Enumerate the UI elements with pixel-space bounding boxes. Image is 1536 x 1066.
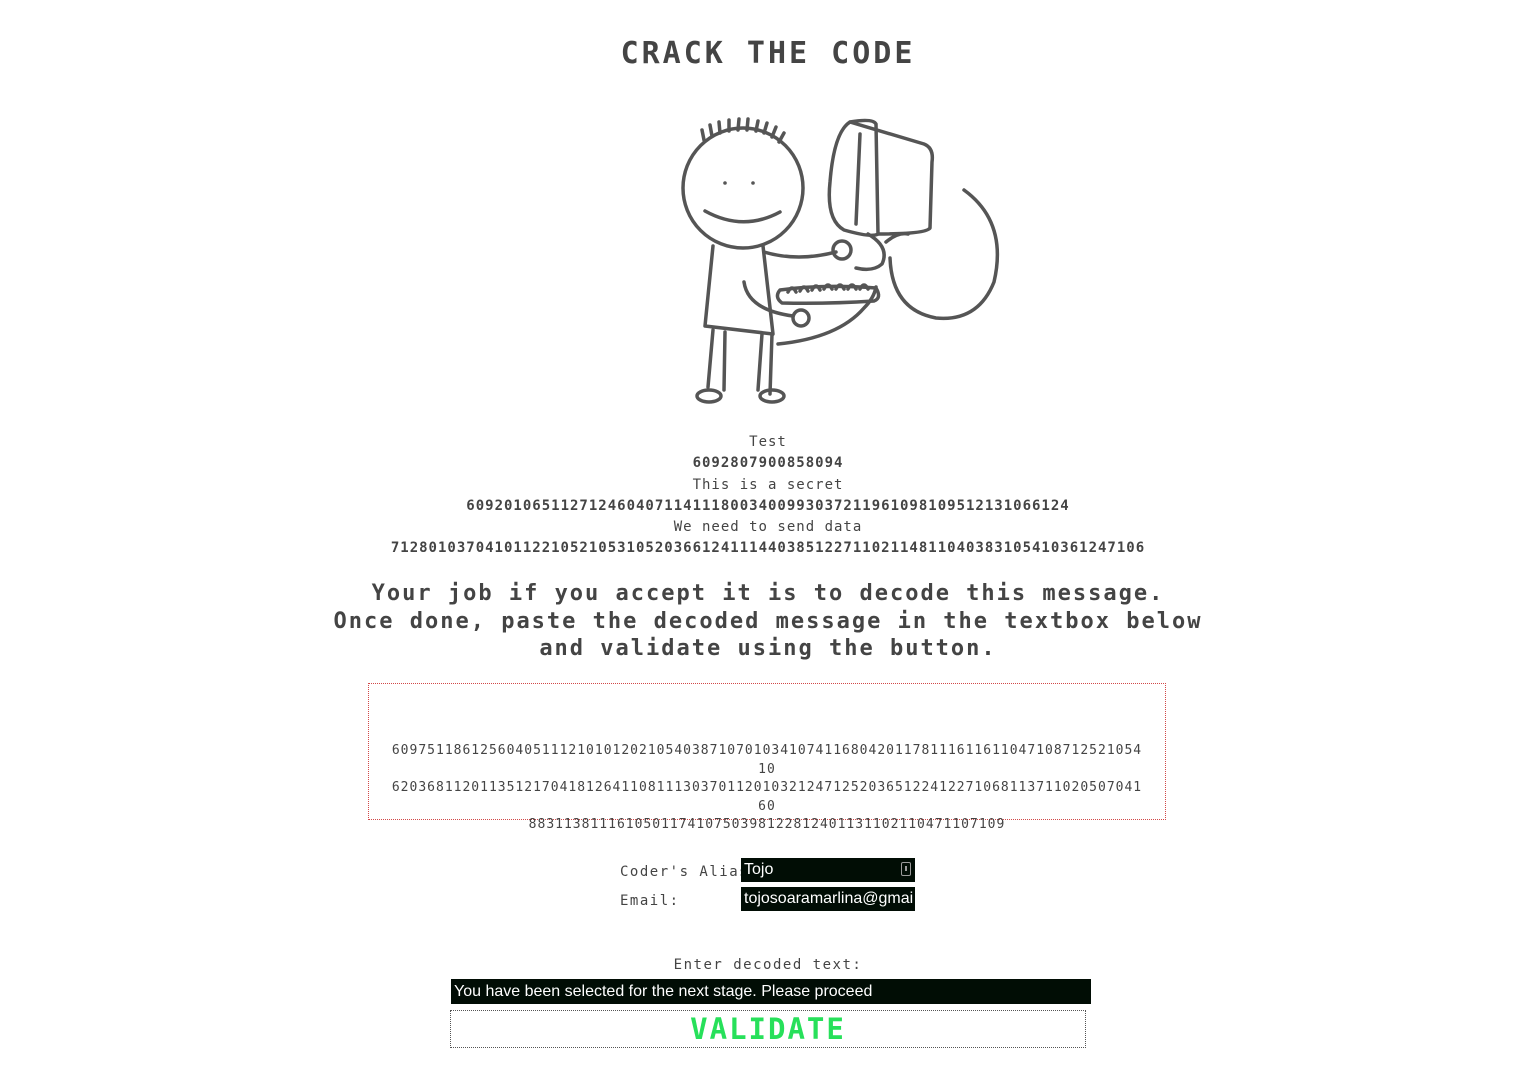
encoded-message-line: 6097511861256040511121010120210540387107…: [391, 743, 1143, 777]
validate-button[interactable]: VALIDATE: [450, 1010, 1086, 1048]
example-code: 7128010370410112210521053105203661241114…: [390, 540, 1146, 557]
coder-illustration: [681, 117, 1000, 404]
instruction-line: and validate using the button.: [539, 636, 997, 661]
page-title: CRACK THE CODE: [620, 36, 916, 71]
encoded-message-line: 6203681120113512170418126411081113037011…: [391, 780, 1143, 814]
example-code: 6092807900858094: [692, 455, 844, 472]
example-plain-text: Test: [749, 434, 787, 450]
password-manager-icon[interactable]: [901, 862, 911, 876]
instructions: Your job if you accept it is to decode t…: [0, 580, 1536, 663]
encoded-message-line: 8831138111610501174107503981228124011311…: [528, 817, 1006, 832]
example-plain-text: We need to send data: [673, 519, 863, 536]
email-value: tojosoaramarlina@gmai: [744, 890, 914, 907]
decoded-text-label: Enter decoded text:: [673, 957, 863, 973]
example-code: 6092010651127124604071141118003400993037…: [466, 497, 1070, 514]
instruction-line: Once done, paste the decoded message in …: [333, 608, 1203, 634]
email-input[interactable]: tojosoaramarlina@gmai: [741, 887, 915, 911]
alias-value: Tojo: [744, 861, 774, 878]
alias-input[interactable]: Tojo: [741, 858, 915, 882]
instruction-line: Your job if you accept it is to decode t…: [371, 581, 1165, 606]
example-plain-text: This is a secret: [692, 476, 844, 493]
email-label: Email:: [620, 893, 680, 909]
encoded-message-box: 6097511861256040511121010120210540387107…: [368, 683, 1166, 832]
encoded-message: 6097511861256040511121010120210540387107…: [389, 742, 1145, 835]
example-codes: Test 6092807900858094 This is a secret 6…: [0, 432, 1536, 560]
alias-label: Coder's Alias:: [620, 864, 760, 880]
decoded-text-input[interactable]: You have been selected for the next stag…: [451, 979, 1091, 1004]
